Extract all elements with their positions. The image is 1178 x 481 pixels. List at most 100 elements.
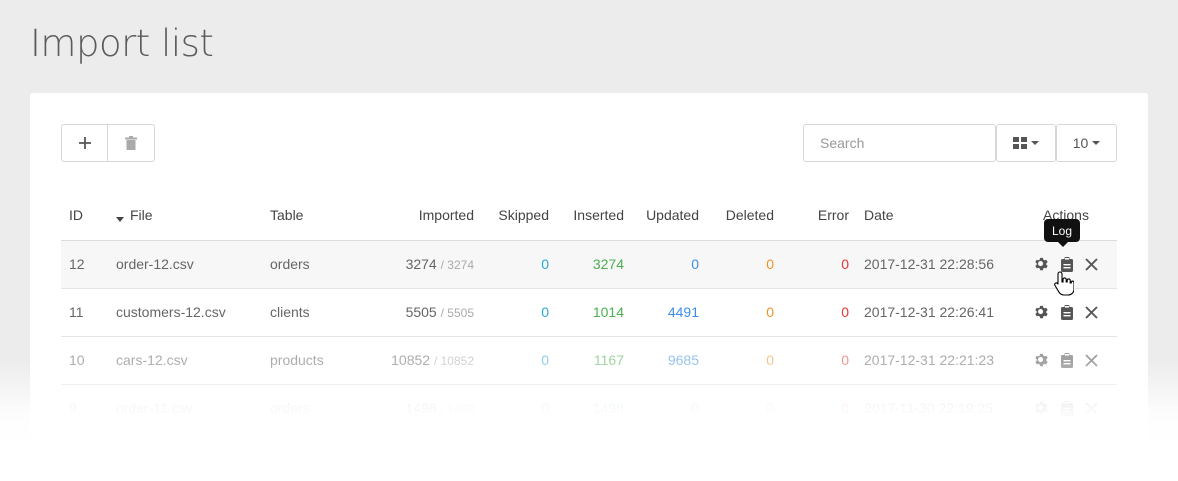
delete-button[interactable] [108, 124, 155, 162]
table-header-row: ID File Table Imported Skipped Inserted … [61, 191, 1117, 241]
cell-file: order-12.csv [116, 240, 270, 289]
table-row[interactable]: 12 order-12.csv orders 3274 / 3274 0 3274 0 0 0 2… [61, 240, 1117, 289]
plus-icon [78, 137, 91, 149]
cell-id: 10 [61, 336, 116, 385]
add-button[interactable] [61, 124, 108, 162]
grid-icon [1013, 137, 1027, 149]
cell-id: 11 [61, 288, 116, 337]
column-header-deleted[interactable]: Deleted [699, 191, 774, 241]
close-icon [1085, 401, 1098, 415]
close-icon [1085, 305, 1098, 319]
settings-icon [1034, 353, 1049, 368]
cell-inserted: 3274 [549, 240, 624, 289]
toolbar-right: 10 [996, 124, 1117, 162]
column-header-date[interactable]: Date [849, 191, 1015, 241]
cell-actions [1015, 336, 1117, 385]
cell-deleted: 0 [699, 384, 774, 433]
settings-icon [1034, 305, 1049, 320]
log-icon [1061, 400, 1073, 416]
column-header-file[interactable]: File [116, 191, 270, 241]
imported-count: 3274 [405, 256, 437, 272]
column-header-table[interactable]: Table [270, 191, 370, 241]
cell-inserted: 1498 [549, 384, 624, 433]
import-list-card: 10 ID File Table Imported Skipped Insert… [30, 93, 1148, 481]
cell-date: 2017-12-31 22:26:41 [849, 288, 1015, 337]
settings-icon [1034, 257, 1049, 272]
cell-skipped: 0 [474, 336, 549, 385]
cell-imported: 3274 / 3274 [370, 240, 474, 289]
cell-id: 12 [61, 240, 116, 289]
table-row[interactable]: 11 customers-12.csv clients 5505 / 5505 0 101… [61, 288, 1117, 337]
table-row[interactable]: 9 order-11.csv orders 1498 / 1498 0 1498 0 0 0 20… [61, 384, 1117, 433]
cell-inserted: 1014 [549, 288, 624, 337]
sort-desc-icon [116, 217, 124, 223]
log-tooltip: Log [1044, 219, 1080, 247]
cell-imported: 10852 / 10852 [370, 336, 474, 385]
imported-count: 1498 [405, 400, 437, 416]
view-toggle-button[interactable] [996, 124, 1056, 162]
log-button[interactable] [1061, 304, 1073, 320]
cell-table: products [270, 336, 370, 385]
imported-count: 10852 [391, 352, 431, 368]
cell-table: orders [270, 384, 370, 433]
cell-updated: 0 [624, 384, 699, 433]
cell-error: 0 [774, 240, 849, 289]
log-button[interactable] [1061, 400, 1073, 416]
cell-imported: 5505 / 5505 [370, 288, 474, 337]
column-header-imported[interactable]: Imported [370, 191, 474, 241]
log-icon [1061, 352, 1073, 368]
settings-button[interactable] [1034, 257, 1049, 272]
cell-date: 2017-12-31 22:28:56 [849, 240, 1015, 289]
settings-button[interactable] [1034, 305, 1049, 320]
cell-skipped: 0 [474, 288, 549, 337]
page-size-label: 10 [1072, 135, 1089, 151]
cell-file: order-11.csv [116, 384, 270, 433]
imported-total: / 3274 [440, 258, 474, 272]
cell-inserted: 1167 [549, 336, 624, 385]
chevron-down-icon [1092, 141, 1101, 145]
cell-date: 2017-11-30 22:19:25 [849, 384, 1015, 433]
column-header-id[interactable]: ID [61, 191, 116, 241]
cell-skipped: 0 [474, 240, 549, 289]
imported-total: / 5505 [440, 306, 474, 320]
cell-id: 9 [61, 384, 116, 433]
cell-skipped: 0 [474, 384, 549, 433]
page-title: Import list [30, 22, 214, 65]
settings-button[interactable] [1034, 401, 1049, 416]
cell-actions [1015, 384, 1117, 433]
cell-imported: 1498 / 1498 [370, 384, 474, 433]
column-header-updated[interactable]: Updated [624, 191, 699, 241]
hand-cursor-icon [1054, 271, 1074, 296]
settings-button[interactable] [1034, 353, 1049, 368]
cell-deleted: 0 [699, 240, 774, 289]
close-button[interactable] [1085, 353, 1098, 367]
close-button[interactable] [1085, 305, 1098, 319]
cell-updated: 4491 [624, 288, 699, 337]
cell-error: 0 [774, 288, 849, 337]
column-header-error[interactable]: Error [774, 191, 849, 241]
cell-updated: 9685 [624, 336, 699, 385]
page-size-button[interactable]: 10 [1056, 124, 1117, 162]
table-row[interactable]: 10 cars-12.csv products 10852 / 10852 0 1167 9… [61, 336, 1117, 385]
log-button[interactable] [1061, 352, 1073, 368]
cell-file: customers-12.csv [116, 288, 270, 337]
close-button[interactable] [1085, 401, 1098, 415]
column-header-skipped[interactable]: Skipped [474, 191, 549, 241]
toolbar-left [61, 124, 155, 162]
trash-icon [125, 136, 137, 150]
chevron-down-icon [1031, 141, 1039, 145]
settings-icon [1034, 401, 1049, 416]
cell-date: 2017-12-31 22:21:23 [849, 336, 1015, 385]
close-icon [1085, 353, 1098, 367]
close-button[interactable] [1085, 257, 1098, 271]
cell-updated: 0 [624, 240, 699, 289]
import-table: ID File Table Imported Skipped Inserted … [61, 191, 1117, 433]
cell-deleted: 0 [699, 336, 774, 385]
cell-file: cars-12.csv [116, 336, 270, 385]
cell-deleted: 0 [699, 288, 774, 337]
log-icon [1061, 304, 1073, 320]
search-input[interactable] [803, 124, 996, 162]
column-header-inserted[interactable]: Inserted [549, 191, 624, 241]
close-icon [1085, 257, 1098, 271]
imported-total: / 10852 [433, 354, 474, 368]
